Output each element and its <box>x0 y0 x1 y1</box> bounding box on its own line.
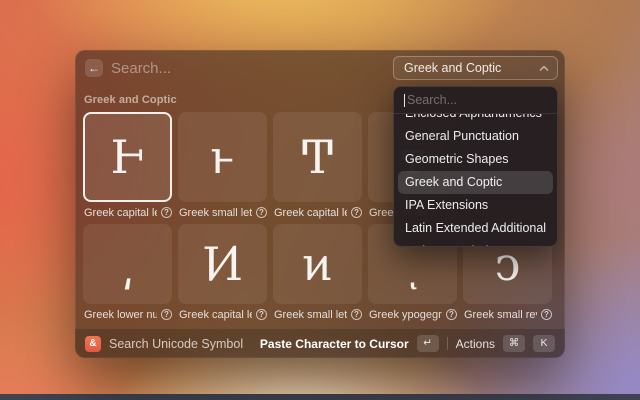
return-key-icon: ↵ <box>417 335 439 352</box>
symbol-label: Greek capital le... <box>179 309 252 321</box>
symbol-glyph: Ͷ <box>202 241 242 287</box>
symbol-cell[interactable]: Ͳ Greek capital le... ? <box>273 112 362 219</box>
text-caret <box>404 94 405 107</box>
menu-search-placeholder: Search... <box>407 93 457 107</box>
symbol-label: Greek capital le... <box>84 207 157 219</box>
symbol-glyph: ͻ <box>495 241 521 287</box>
symbol-label-row: Greek capital le... ? <box>273 206 362 219</box>
k-key-icon: K <box>533 335 555 352</box>
main-search-input[interactable]: Search... <box>111 60 171 77</box>
symbol-label: Greek small lett... <box>179 207 252 219</box>
menu-item[interactable]: Enclosed Alphanumerics <box>398 114 553 125</box>
block-dropdown-menu: Search... Enclosed Alphanumerics General… <box>393 86 558 247</box>
symbol-glyph: Ͳ <box>302 134 333 180</box>
unicode-search-window: ← Search... Greek and Coptic Greek and C… <box>75 50 565 358</box>
symbol-glyph: ͱ <box>210 134 234 180</box>
symbol-label-row: Greek small lett... ? <box>273 308 362 321</box>
chevron-up-icon <box>539 65 549 72</box>
help-icon[interactable]: ? <box>541 309 552 320</box>
help-icon[interactable]: ? <box>161 207 172 218</box>
symbol-label: Greek ypogegr... <box>369 309 442 321</box>
symbol-label: Greek small rev... <box>464 309 537 321</box>
section-title: Greek and Coptic <box>84 94 177 106</box>
symbol-tile[interactable]: ͱ <box>178 112 267 202</box>
symbol-tile[interactable]: Ͱ <box>83 112 172 202</box>
help-icon[interactable]: ? <box>351 207 362 218</box>
symbol-tile[interactable]: ͷ <box>273 224 362 304</box>
actions-button[interactable]: Actions <box>456 337 495 351</box>
screen-bottom-strip <box>0 394 640 400</box>
footer-actions: Paste Character to Cursor ↵ Actions ⌘ K <box>260 335 555 352</box>
menu-item-list: Enclosed Alphanumerics General Punctuati… <box>398 114 553 246</box>
symbol-glyph: ͺ <box>401 241 424 287</box>
symbol-label: Greek small lett... <box>274 309 347 321</box>
menu-search-input[interactable]: Search... <box>394 87 557 113</box>
symbol-glyph: Ͱ <box>110 134 144 180</box>
menu-item[interactable]: Latin Extended Additional <box>398 217 553 240</box>
symbol-label-row: Greek small lett... ? <box>178 206 267 219</box>
symbol-glyph: ͷ <box>302 241 333 287</box>
symbol-cell[interactable]: ͷ Greek small lett... ? <box>273 224 362 321</box>
menu-item[interactable]: Greek and Coptic <box>398 171 553 194</box>
paste-character-action[interactable]: Paste Character to Cursor <box>260 337 409 351</box>
window-topbar: ← Search... Greek and Coptic <box>75 50 565 86</box>
symbol-label: Greek capital le... <box>274 207 347 219</box>
block-dropdown-button[interactable]: Greek and Coptic <box>393 56 558 80</box>
command-key-icon: ⌘ <box>503 335 525 352</box>
symbol-label-row: Greek capital le... ? <box>83 206 172 219</box>
help-icon[interactable]: ? <box>351 309 362 320</box>
help-icon[interactable]: ? <box>446 309 457 320</box>
block-dropdown-value: Greek and Coptic <box>404 61 539 75</box>
symbol-cell[interactable]: ͵ Greek lower nu... ? <box>83 224 172 321</box>
window-footer: & Search Unicode Symbol Paste Character … <box>75 328 565 358</box>
symbol-tile[interactable]: Ͳ <box>273 112 362 202</box>
app-label: Search Unicode Symbol <box>109 337 243 351</box>
symbol-label-row: Greek ypogegr... ? <box>368 308 457 321</box>
symbol-cell[interactable]: ͱ Greek small lett... ? <box>178 112 267 219</box>
symbol-cell[interactable]: Ͷ Greek capital le... ? <box>178 224 267 321</box>
help-icon[interactable]: ? <box>256 309 267 320</box>
symbol-tile[interactable]: Ͷ <box>178 224 267 304</box>
symbol-label-row: Greek capital le... ? <box>178 308 267 321</box>
unicode-extension-icon: & <box>85 336 101 352</box>
symbol-glyph: ͵ <box>121 241 134 287</box>
menu-item[interactable]: Geometric Shapes <box>398 148 553 171</box>
desktop: ← Search... Greek and Coptic Greek and C… <box>0 0 640 400</box>
footer-separator <box>447 337 448 350</box>
back-button[interactable]: ← <box>85 59 103 77</box>
help-icon[interactable]: ? <box>161 309 172 320</box>
menu-item[interactable]: Latin Extended-A <box>398 240 553 246</box>
symbol-cell[interactable]: Ͱ Greek capital le... ? <box>83 112 172 219</box>
symbol-label: Greek lower nu... <box>84 309 157 321</box>
symbol-tile[interactable]: ͵ <box>83 224 172 304</box>
back-arrow-icon: ← <box>88 62 100 74</box>
help-icon[interactable]: ? <box>256 207 267 218</box>
menu-item[interactable]: IPA Extensions <box>398 194 553 217</box>
menu-scroll-viewport[interactable]: Enclosed Alphanumerics General Punctuati… <box>394 114 557 246</box>
symbol-label-row: Greek lower nu... ? <box>83 308 172 321</box>
symbol-label-row: Greek small rev... ? <box>463 308 552 321</box>
menu-item[interactable]: General Punctuation <box>398 125 553 148</box>
